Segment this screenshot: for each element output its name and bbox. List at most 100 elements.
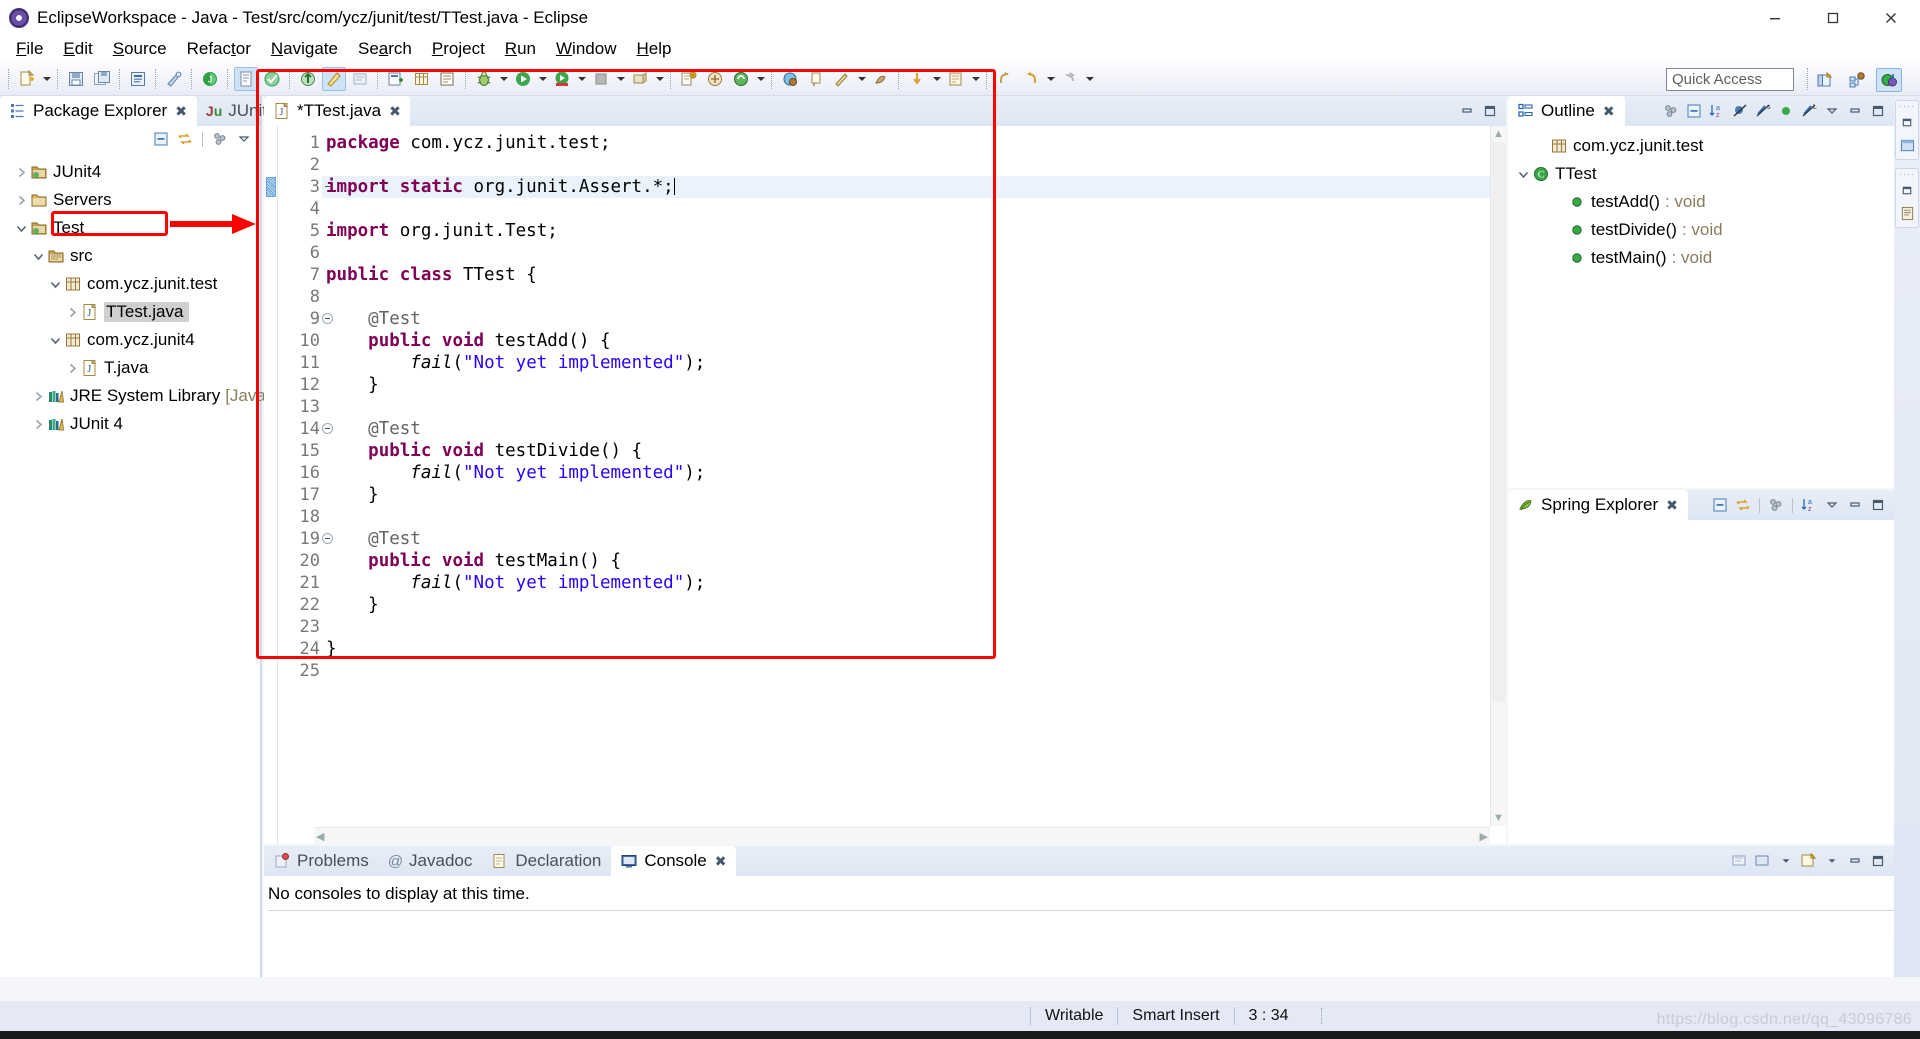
toggle-mark-icon[interactable] [348, 67, 372, 91]
editor-horizontal-scrollbar[interactable]: ◀ ▶ [314, 827, 1490, 844]
maximize-icon[interactable] [1480, 101, 1500, 121]
code-area[interactable]: 1 2 3 4 5 6 7 8 9 10 11 12 13 14 15 16 17 18 19 20 21 22 23 24 2… [264, 126, 1506, 844]
drag-handle[interactable]: ···· [1896, 102, 1918, 111]
focus-on-active-task-icon[interactable] [1661, 101, 1681, 121]
coverage-dropdown-icon[interactable] [575, 67, 588, 91]
outline-item-testadd[interactable]: testAdd() : void [1508, 188, 1894, 216]
tree-item-junit4[interactable]: JUnit4 [0, 158, 260, 186]
chevron-down-icon[interactable] [48, 277, 62, 291]
sort-icon[interactable]: az [1707, 101, 1727, 121]
tab-package-explorer[interactable]: Package Explorer ✖ [0, 96, 197, 126]
tree-item-src[interactable]: src [0, 242, 260, 270]
hide-local-types-icon[interactable]: L [1799, 101, 1819, 121]
editor-vertical-scrollbar[interactable]: ▲ ▼ [1490, 126, 1506, 826]
package-explorer-tree[interactable]: JUnit4 Servers Test src com.ycz.junit.test J T… [0, 152, 323, 438]
menu-help[interactable]: Help [626, 37, 681, 61]
code-line[interactable] [322, 198, 1506, 220]
code-line[interactable]: import org.junit.Test; [322, 220, 1506, 242]
back-icon[interactable] [993, 67, 1017, 91]
tab-problems[interactable]: Problems [264, 846, 379, 876]
java-ee-perspective-button[interactable] [1844, 68, 1870, 92]
maximize-icon[interactable] [1868, 101, 1888, 121]
outline-item-testmain[interactable]: testMain() : void [1508, 244, 1894, 272]
code-line[interactable]: public void testMain() { [322, 550, 1506, 572]
tab-console[interactable]: Console ✖ [611, 846, 737, 876]
code-line[interactable]: import static org.junit.Assert.*; [322, 176, 1506, 198]
link-with-editor-icon[interactable] [175, 129, 195, 149]
next-dropdown-icon[interactable] [1083, 67, 1096, 91]
new-package-icon[interactable] [410, 67, 434, 91]
step-dropdown-icon[interactable] [930, 67, 943, 91]
declaration-dropdown-icon[interactable] [969, 67, 982, 91]
close-icon[interactable]: ✖ [1666, 497, 1678, 514]
tree-item-ttest-java[interactable]: J TTest.java [0, 298, 260, 326]
chevron-right-icon[interactable] [31, 389, 45, 403]
drag-handle[interactable]: ···· [1896, 170, 1918, 179]
debug-icon[interactable] [472, 67, 496, 91]
code-line[interactable]: @Test [322, 418, 1506, 440]
scroll-right-icon[interactable]: ▶ [1480, 830, 1488, 843]
terminate-dropdown-icon[interactable] [653, 67, 666, 91]
close-icon[interactable]: ✖ [175, 103, 187, 120]
outline-tree[interactable]: com.ycz.junit.test C TTest testAdd() : void… [1508, 126, 1894, 272]
open-declaration-icon[interactable] [944, 67, 968, 91]
external-tools-icon[interactable] [677, 67, 701, 91]
chevron-down-icon[interactable] [234, 129, 254, 149]
profile-icon[interactable] [869, 67, 893, 91]
spring-dropdown-icon[interactable] [754, 67, 767, 91]
edit-icon[interactable] [830, 67, 854, 91]
scroll-left-icon[interactable]: ◀ [316, 830, 324, 843]
open-task-icon[interactable] [703, 67, 727, 91]
quick-access-input[interactable]: Quick Access [1666, 68, 1794, 91]
code-line[interactable] [322, 660, 1506, 682]
close-button[interactable] [1862, 0, 1920, 36]
chevron-down-icon[interactable] [48, 333, 62, 347]
new-wizard-dropdown-icon[interactable] [40, 67, 53, 91]
chevron-right-icon[interactable] [14, 193, 28, 207]
collapse-all-icon[interactable] [1684, 101, 1704, 121]
menu-search[interactable]: Search [348, 37, 422, 61]
close-icon[interactable]: ✖ [715, 853, 727, 870]
code-line[interactable]: public void testDivide() { [322, 440, 1506, 462]
tab-spring-explorer[interactable]: Spring Explorer ✖ [1508, 490, 1688, 520]
chevron-down-icon[interactable] [31, 249, 45, 263]
focus-icon[interactable] [1766, 495, 1786, 515]
new-console-icon[interactable] [1730, 851, 1750, 871]
minimize-icon[interactable] [1845, 101, 1865, 121]
code-line[interactable]: package com.ycz.junit.test; [322, 132, 1506, 154]
forward-icon[interactable] [1019, 67, 1043, 91]
maximize-icon[interactable] [1868, 851, 1888, 871]
chevron-right-icon[interactable] [65, 361, 79, 375]
view-menu-icon[interactable] [1822, 495, 1842, 515]
new-java-project-icon[interactable] [384, 67, 408, 91]
restore-icon[interactable] [1896, 111, 1918, 133]
code-line[interactable] [322, 154, 1506, 176]
code-line[interactable] [322, 286, 1506, 308]
menu-refactor[interactable]: Refactor [177, 37, 261, 61]
tree-item-test[interactable]: Test [0, 214, 260, 242]
chevron-right-icon[interactable] [14, 165, 28, 179]
restore-icon[interactable] [1896, 179, 1918, 201]
view-menu-icon[interactable] [1822, 101, 1842, 121]
hide-fields-icon[interactable] [1730, 101, 1750, 121]
debug-dropdown-icon[interactable] [497, 67, 510, 91]
code-line[interactable]: } [322, 638, 1506, 660]
outline-item-com-ycz-junit-test[interactable]: com.ycz.junit.test [1508, 132, 1894, 160]
collapse-all-icon[interactable] [151, 129, 171, 149]
code-line[interactable]: public class TTest { [322, 264, 1506, 286]
chevron-down-icon[interactable] [1822, 851, 1842, 871]
edit-dropdown-icon[interactable] [855, 67, 868, 91]
chevron-down-icon[interactable] [1776, 851, 1796, 871]
outline-view-icon[interactable] [1896, 134, 1918, 156]
chevron-down-icon[interactable] [14, 221, 28, 235]
previous-annotation-icon[interactable] [296, 67, 320, 91]
open-console-icon[interactable] [1799, 851, 1819, 871]
minimize-icon[interactable] [1457, 101, 1477, 121]
source-code[interactable]: package com.ycz.junit.test; import stati… [322, 126, 1506, 844]
menu-file[interactable]: File [6, 37, 53, 61]
maximize-button[interactable] [1804, 0, 1862, 36]
menu-run[interactable]: Run [495, 37, 546, 61]
last-edit-icon[interactable] [260, 67, 284, 91]
close-icon[interactable]: ✖ [389, 103, 401, 120]
collapse-all-icon[interactable] [1710, 495, 1730, 515]
